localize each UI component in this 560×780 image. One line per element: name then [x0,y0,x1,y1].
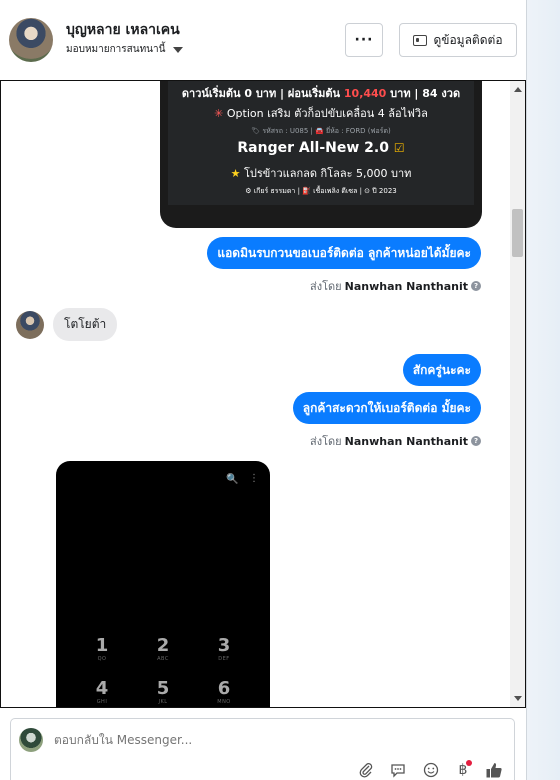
caret-down-icon [173,46,184,53]
help-icon[interactable]: ? [471,436,481,446]
view-contact-button[interactable]: ดูข้อมูลติดต่อ [399,23,517,57]
payment-icon[interactable]: ฿ [454,760,472,779]
promo-option: ✳ Option เสริม ตัวก็อปขับเคลื่อน 4 ล้อไฟ… [214,107,428,120]
promo-code-brand: 🏷 รหัสรถ : U085 | 🚘 ยี่ห้อ : FORD (ฟอร์ด… [251,127,391,135]
promo-model: Ranger All-New 2.0 ☑ [237,140,405,156]
paperclip-icon[interactable] [357,761,375,779]
sent-by-label: ส่งโดย Nanwhan Nanthanit ? [310,277,481,295]
promo-price: 10,440 [343,87,387,100]
promo-image-message[interactable]: ดาวน์เริ่มต้น 0 บาท | ผ่อนเริ่มต้น 10,44… [160,81,482,228]
verified-icon: ☑ [393,141,405,155]
reply-composer: ฿ [10,718,515,780]
promo-card: ดาวน์เริ่มต้น 0 บาท | ผ่อนเริ่มต้น 10,44… [168,81,474,205]
promo-down-payment: ดาวน์เริ่มต้น 0 บาท | ผ่อนเริ่มต้น 10,44… [181,87,461,100]
assign-label: มอบหมายการสนทนานี้ [66,44,166,55]
more-options-button[interactable]: ··· [345,23,383,57]
contact-card-icon [413,34,428,46]
contact-avatar[interactable] [9,18,53,62]
dial-key: 6 MNO [217,678,231,706]
help-icon[interactable]: ? [471,281,481,291]
conversation-header: บุญหลาย เหลาเคน มอบหมายการสนทนานี้ ··· ด… [0,0,526,80]
notification-dot [466,760,472,766]
sent-by-label: ส่งโดย Nanwhan Nanthanit ? [310,432,481,450]
promo-trade-in: ★ โปรข้าวแลกลด กิโลละ 5,000 บาท [230,167,412,180]
assign-conversation[interactable]: มอบหมายการสนทนานี้ [66,42,184,57]
kebab-menu-icon: ⋮ [249,473,259,484]
outgoing-message[interactable]: สักครู่นะคะ [402,354,481,386]
saved-replies-icon[interactable] [389,761,407,779]
search-icon: 🔍 [226,474,239,485]
outgoing-message[interactable]: แอดมินรบกวนขอเบอร์ติดต่อ ลูกค้าหน่อยได้ม… [207,237,481,269]
dial-key: 2 ABC [156,635,170,663]
view-contact-label: ดูข้อมูลติดต่อ [433,32,503,47]
reply-input[interactable] [54,733,354,747]
scrollbar-thumb[interactable] [512,209,523,257]
contact-name[interactable]: บุญหลาย เหลาเคน [66,19,180,41]
asterisk-icon: ✳ [214,107,224,120]
incoming-message[interactable]: โตโยต้า [53,308,118,341]
phone-screenshot-message[interactable]: 🔍 ⋮ 1 QO 2 ABC 3 DEF 4 GHI 5 JKL 6 MNO [56,461,270,707]
thumbs-up-icon[interactable] [485,761,503,779]
side-panel-edge [526,0,560,780]
contact-avatar-small[interactable] [16,311,44,339]
dial-key: 5 JKL [156,678,170,706]
star-icon: ★ [230,167,241,180]
dial-key: 4 GHI [95,678,109,706]
scroll-down-arrow-icon[interactable] [514,696,522,701]
sender-name: Nanwhan Nanthanit [344,279,468,293]
scroll-up-arrow-icon[interactable] [514,87,522,92]
scrollbar[interactable] [510,81,525,707]
page-avatar [19,728,43,752]
dial-key: 1 QO [95,635,109,663]
dial-key: 3 DEF [217,635,231,663]
message-thread[interactable]: ดาวน์เริ่มต้น 0 บาท | ผ่อนเริ่มต้น 10,44… [0,80,526,708]
sender-name: Nanwhan Nanthanit [344,434,468,448]
emoji-icon[interactable] [422,761,440,779]
outgoing-message[interactable]: ลูกค้าสะดวกให้เบอร์ติดต่อ มั้ยคะ [292,392,481,424]
promo-specs: ⚙ เกียร์ ธรรมดา | ⛽ เชื้อเพลิง ดีเซล | ⊙… [245,187,397,195]
